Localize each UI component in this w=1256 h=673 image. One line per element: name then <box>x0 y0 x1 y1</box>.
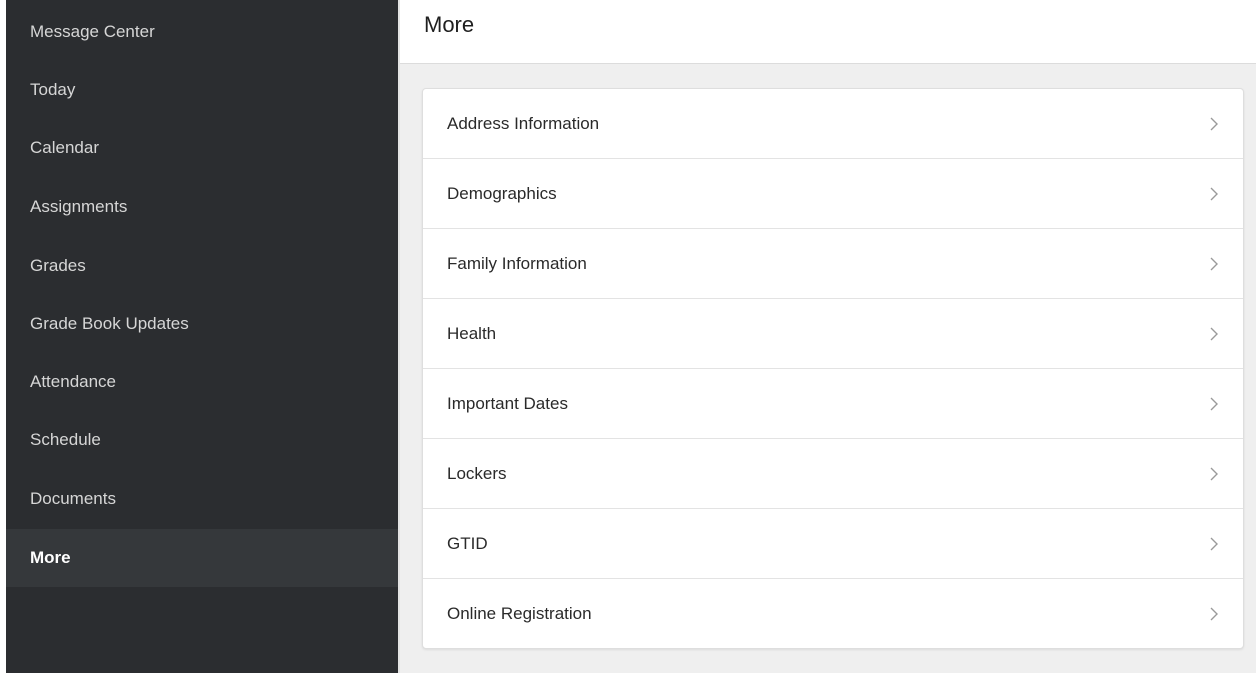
chevron-right-icon <box>1210 117 1218 130</box>
sidebar-item-label: Message Center <box>30 22 155 41</box>
sidebar-item-schedule[interactable]: Schedule <box>6 411 398 469</box>
sidebar-item-more[interactable]: More <box>6 529 398 587</box>
sidebar-item-grades[interactable]: Grades <box>6 237 398 295</box>
sidebar-item-label: Today <box>30 80 76 99</box>
sidebar-item-label: Documents <box>30 489 116 508</box>
list-item-label: Family Information <box>447 253 587 273</box>
sidebar-item-assignments[interactable]: Assignments <box>6 178 398 236</box>
list-item-gtid[interactable]: GTID <box>423 509 1243 579</box>
list-item-label: GTID <box>447 533 488 553</box>
list-item-family-information[interactable]: Family Information <box>423 229 1243 299</box>
list-item-label: Address Information <box>447 113 600 133</box>
list-item-label: Demographics <box>447 183 557 203</box>
chevron-right-icon <box>1210 187 1218 200</box>
sidebar-item-calendar[interactable]: Calendar <box>6 119 398 177</box>
list-item-demographics[interactable]: Demographics <box>423 159 1243 229</box>
sidebar-item-grade-book-updates[interactable]: Grade Book Updates <box>6 295 398 353</box>
sidebar-item-label: Schedule <box>30 430 101 449</box>
chevron-right-icon <box>1210 467 1218 480</box>
sidebar-item-today[interactable]: Today <box>6 61 398 119</box>
chevron-right-icon <box>1210 607 1218 621</box>
sidebar-item-label: Assignments <box>30 197 128 216</box>
list-item-health[interactable]: Health <box>423 299 1243 369</box>
sidebar-item-label: Calendar <box>30 138 99 157</box>
chevron-right-icon <box>1210 537 1218 550</box>
page-title: More <box>424 12 475 37</box>
chevron-right-icon <box>1210 397 1218 410</box>
sidebar-item-label: More <box>30 548 71 567</box>
more-list-card: Address Information Demographics Family … <box>422 88 1244 649</box>
sidebar-nav: Message Center Today Calendar Assignment… <box>6 0 398 673</box>
sidebar-item-attendance[interactable]: Attendance <box>6 353 398 411</box>
sidebar-item-message-center[interactable]: Message Center <box>6 3 398 61</box>
sidebar-item-label: Attendance <box>30 372 117 391</box>
chevron-right-icon <box>1210 257 1218 270</box>
chevron-right-icon <box>1210 327 1218 340</box>
list-item-important-dates[interactable]: Important Dates <box>423 369 1243 439</box>
page-header: More <box>400 0 1256 64</box>
list-item-address-information[interactable]: Address Information <box>423 89 1243 159</box>
sidebar-item-documents[interactable]: Documents <box>6 470 398 528</box>
sidebar-item-label: Grade Book Updates <box>30 314 189 333</box>
main-content: More Address Information Demographics Fa… <box>400 0 1256 673</box>
sidebar-item-label: Grades <box>30 256 86 275</box>
list-item-label: Health <box>447 323 497 343</box>
app-window: Message Center Today Calendar Assignment… <box>0 0 1256 673</box>
list-item-label: Important Dates <box>447 393 568 413</box>
list-item-label: Online Registration <box>447 604 592 623</box>
list-item-label: Lockers <box>447 463 507 483</box>
list-item-online-registration[interactable]: Online Registration <box>423 579 1243 649</box>
list-item-lockers[interactable]: Lockers <box>423 439 1243 509</box>
